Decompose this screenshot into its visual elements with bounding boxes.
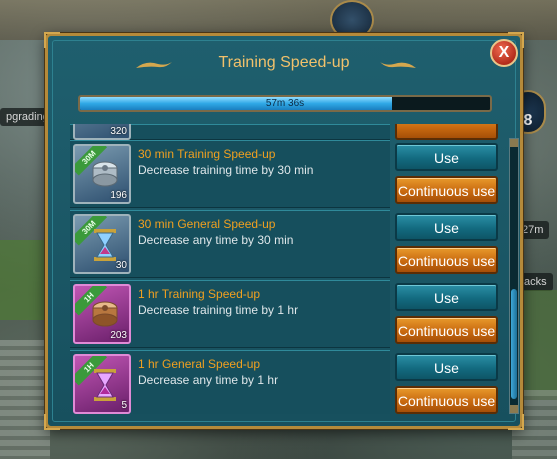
grass-patch: [0, 240, 48, 320]
item-description: Decrease training time by 30 min: [138, 163, 314, 177]
list-item-cell: 1H 5 1 hr General Speed-up Decrease any …: [70, 350, 390, 414]
use-button[interactable]: Use: [395, 213, 498, 241]
list-item-cell: 320: [70, 124, 390, 140]
title-wing-right-icon: [380, 62, 416, 68]
list-item-cell: 30M 30 30 min General Speed-up Decrease …: [70, 210, 390, 278]
scroll-thumb[interactable]: [511, 289, 517, 399]
item-description: Decrease training time by 1 hr: [138, 303, 299, 317]
list-scrollbar[interactable]: [509, 138, 519, 414]
dialog-title: Training Speed-up: [218, 54, 350, 71]
item-count: 30: [115, 260, 127, 271]
use-button[interactable]: Use: [395, 353, 498, 381]
close-button[interactable]: X: [490, 39, 518, 67]
list-item: 30M 30 30 min General Speed-up Decrease …: [70, 210, 504, 278]
training-speedup-dialog: Training Speed-up X 57m 36s 320 30M 196 …: [44, 32, 524, 430]
close-icon: X: [498, 44, 510, 61]
list-item-cell: 1H 203 1 hr Training Speed-up Decrease t…: [70, 280, 390, 348]
level-badge-value: 8: [523, 112, 533, 129]
list-item: 1H 203 1 hr Training Speed-up Decrease t…: [70, 280, 504, 348]
item-description: Decrease any time by 1 hr: [138, 373, 279, 387]
corner-ornament: [508, 414, 524, 430]
list-item: 30M 196 30 min Training Speed-up Decreas…: [70, 140, 504, 208]
progress-time-remaining: 57m 36s: [265, 98, 305, 109]
training-progress-bar: 57m 36s: [78, 95, 492, 112]
item-name: 1 hr General Speed-up: [138, 357, 261, 371]
corner-ornament: [44, 414, 60, 430]
item-count: 203: [110, 330, 127, 341]
training-drum-icon: [92, 161, 118, 187]
item-icon: 1H 5: [73, 354, 131, 414]
continuous-use-button[interactable]: Continuous use: [395, 316, 498, 344]
training-drum-icon: [92, 301, 118, 327]
list-item: 320: [70, 124, 504, 140]
item-name: 30 min General Speed-up: [138, 217, 276, 231]
item-icon: 320: [73, 124, 131, 140]
list-item-cell: 30M 196 30 min Training Speed-up Decreas…: [70, 140, 390, 208]
stone-stairs: [0, 340, 50, 459]
use-button[interactable]: Use: [395, 143, 498, 171]
hourglass-icon: [94, 229, 116, 261]
scroll-up-icon[interactable]: [510, 139, 518, 147]
item-count: 196: [110, 190, 127, 201]
corner-ornament: [44, 32, 60, 48]
item-icon: 1H 203: [73, 284, 131, 344]
use-button[interactable]: Use: [395, 283, 498, 311]
item-name: 1 hr Training Speed-up: [138, 287, 261, 301]
continuous-use-button[interactable]: Continuous use: [395, 246, 498, 274]
hourglass-icon: [94, 369, 116, 401]
continuous-use-button[interactable]: Continuous use: [395, 176, 498, 204]
item-name: 30 min Training Speed-up: [138, 147, 276, 161]
item-count: 5: [121, 400, 127, 411]
right-tab[interactable]: acks: [518, 273, 553, 291]
list-item: 1H 5 1 hr General Speed-up Decrease any …: [70, 350, 504, 414]
item-icon: 30M 30: [73, 214, 131, 274]
item-count: 320: [110, 126, 127, 137]
item-icon: 30M 196: [73, 144, 131, 204]
continuous-use-button[interactable]: Continuous use: [395, 386, 498, 414]
scroll-down-icon[interactable]: [510, 405, 518, 413]
continuous-use-button[interactable]: [395, 124, 498, 140]
speedup-item-list[interactable]: 320 30M 196 30 min Training Speed-up Dec…: [70, 124, 504, 414]
item-description: Decrease any time by 30 min: [138, 233, 294, 247]
